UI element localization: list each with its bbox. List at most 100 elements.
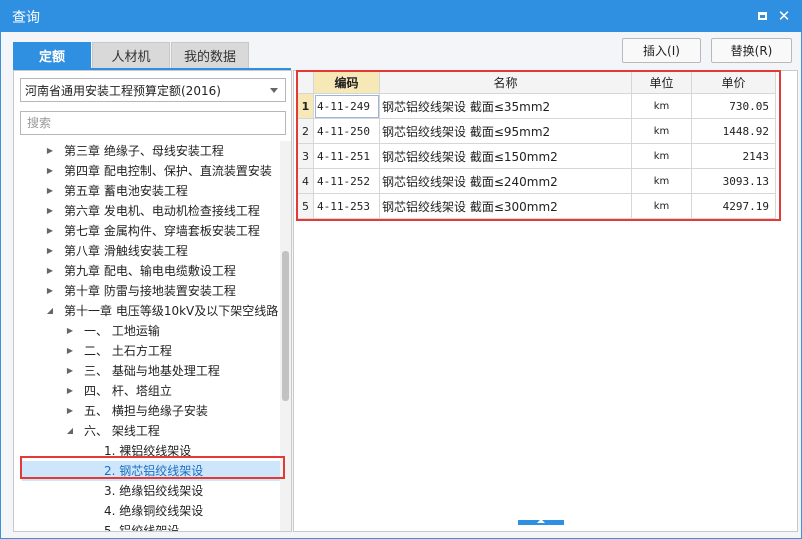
maximize-icon[interactable] xyxy=(754,8,770,24)
cell-price[interactable]: 2143 xyxy=(691,143,776,169)
tree-item-label: 第十章 防雷与接地装置安装工程 xyxy=(64,284,236,298)
replace-button[interactable]: 替换(R) xyxy=(711,38,792,63)
expand-arrow-icon[interactable]: ▶ xyxy=(65,341,75,361)
tree-item[interactable]: ▶ 三、 基础与地基处理工程 xyxy=(14,361,280,381)
insert-button[interactable]: 插入(I) xyxy=(622,38,701,63)
tree-item-label: 第八章 滑触线安装工程 xyxy=(64,244,188,258)
tree-item-label: 四、 杆、塔组立 xyxy=(84,384,172,398)
tree-item-label: 六、 架线工程 xyxy=(84,424,160,438)
column-header-code[interactable]: 编码 xyxy=(313,71,380,94)
expand-arrow-icon[interactable]: ▶ xyxy=(65,381,75,401)
cell-name[interactable]: 钢芯铝绞线架设 截面≤150mm2 xyxy=(379,143,632,169)
expand-arrow-icon[interactable]: ▶ xyxy=(45,221,55,241)
table-row[interactable]: 2 4-11-250 钢芯铝绞线架设 截面≤95mm2 km 1448.92 xyxy=(297,118,776,144)
cell-unit[interactable]: km xyxy=(631,93,692,119)
tree-item[interactable]: ▶ 第八章 滑触线安装工程 xyxy=(14,241,280,261)
window-title: 查询 xyxy=(12,10,40,26)
cell-code[interactable]: 4-11-250 xyxy=(313,118,380,144)
tree-item-label: 一、 工地运输 xyxy=(84,324,160,338)
expand-arrow-icon[interactable]: ▶ xyxy=(65,401,75,421)
cell-unit[interactable]: km xyxy=(631,143,692,169)
chapter-tree: ▶ 第三章 绝缘子、母线安装工程 ▶ 第四章 配电控制、保护、直流装置安装 ▶ 第五章… xyxy=(14,141,280,531)
tab-my-data[interactable]: 我的数据 xyxy=(171,42,249,68)
tree-item[interactable]: ◢ 六、 架线工程 xyxy=(14,421,280,441)
cell-name[interactable]: 钢芯铝绞线架设 截面≤95mm2 xyxy=(379,118,632,144)
tree-item-label: 2. 钢芯铝绞线架设 xyxy=(104,464,204,478)
cell-code[interactable]: 4-11-249 xyxy=(313,93,380,119)
table-row[interactable]: 4 4-11-252 钢芯铝绞线架设 截面≤240mm2 km 3093.13 xyxy=(297,168,776,194)
tree-item[interactable]: ▶ 第十章 防雷与接地装置安装工程 xyxy=(14,281,280,301)
cell-name[interactable]: 钢芯铝绞线架设 截面≤35mm2 xyxy=(379,93,632,119)
grid-header-row: 编码 名称 单位 单价 xyxy=(297,71,776,94)
tree-item[interactable]: ▶ 第三章 绝缘子、母线安装工程 xyxy=(14,141,280,161)
collapse-arrow-icon[interactable]: ◢ xyxy=(45,301,55,321)
table-row[interactable]: 1 4-11-249 钢芯铝绞线架设 截面≤35mm2 km 730.05 xyxy=(297,93,776,119)
tree-item-label: 第三章 绝缘子、母线安装工程 xyxy=(64,144,224,158)
expand-arrow-icon[interactable]: ▶ xyxy=(45,161,55,181)
tree-item-label: 第四章 配电控制、保护、直流装置安装 xyxy=(64,164,272,178)
tree-leaf[interactable]: 3. 绝缘铝绞线架设 xyxy=(14,481,280,501)
cell-code[interactable]: 4-11-253 xyxy=(313,193,380,219)
tree-item-label: 第六章 发电机、电动机检查接线工程 xyxy=(64,204,260,218)
tab-quota[interactable]: 定额 xyxy=(13,42,91,68)
expand-arrow-icon[interactable]: ▶ xyxy=(45,181,55,201)
tree-scrollbar[interactable] xyxy=(280,141,291,531)
table-row[interactable]: 3 4-11-251 钢芯铝绞线架设 截面≤150mm2 km 2143 xyxy=(297,143,776,169)
cell-price[interactable]: 1448.92 xyxy=(691,118,776,144)
expand-arrow-icon[interactable]: ▶ xyxy=(45,141,55,161)
tree-item[interactable]: ◢ 第十一章 电压等级10kV及以下架空线路 xyxy=(14,301,280,321)
cell-price[interactable]: 4297.19 xyxy=(691,193,776,219)
cell-price[interactable]: 3093.13 xyxy=(691,168,776,194)
tree-item-label: 第五章 蓄电池安装工程 xyxy=(64,184,188,198)
column-header-price[interactable]: 单价 xyxy=(691,71,776,94)
expand-arrow-icon[interactable]: ▶ xyxy=(65,361,75,381)
search-input[interactable] xyxy=(20,111,286,135)
cell-unit[interactable]: km xyxy=(631,168,692,194)
expand-arrow-icon[interactable]: ▶ xyxy=(45,201,55,221)
row-number: 2 xyxy=(297,118,314,144)
tree-item[interactable]: ▶ 二、 土石方工程 xyxy=(14,341,280,361)
tree-leaf[interactable]: 4. 绝缘铜绞线架设 xyxy=(14,501,280,521)
tree-leaf[interactable]: 5. 铝绞线架设 xyxy=(14,521,280,531)
tree-item[interactable]: ▶ 五、 横担与绝缘子安装 xyxy=(14,401,280,421)
cell-unit[interactable]: km xyxy=(631,118,692,144)
tree-item[interactable]: ▶ 第七章 金属构件、穿墙套板安装工程 xyxy=(14,221,280,241)
column-header-name[interactable]: 名称 xyxy=(379,71,632,94)
library-select[interactable]: 河南省通用安装工程预算定额(2016) xyxy=(20,78,286,102)
tree-item[interactable]: ▶ 第四章 配电控制、保护、直流装置安装 xyxy=(14,161,280,181)
scrollbar-thumb[interactable] xyxy=(282,251,289,401)
collapse-arrow-icon[interactable]: ◢ xyxy=(65,421,75,441)
table-row[interactable]: 5 4-11-253 钢芯铝绞线架设 截面≤300mm2 km 4297.19 xyxy=(297,193,776,219)
cell-name[interactable]: 钢芯铝绞线架设 截面≤240mm2 xyxy=(379,168,632,194)
tree-item-label: 1. 裸铝绞线架设 xyxy=(104,444,192,458)
tree-item-label: 五、 横担与绝缘子安装 xyxy=(84,404,208,418)
expand-arrow-icon[interactable]: ▶ xyxy=(45,261,55,281)
close-icon[interactable]: ✕ xyxy=(776,7,792,25)
tree-item-label: 第七章 金属构件、穿墙套板安装工程 xyxy=(64,224,260,238)
row-number: 4 xyxy=(297,168,314,194)
dialog-body: 定额 人材机 我的数据 插入(I) 替换(R) 河南省通用安装工程预算定额(20… xyxy=(0,32,802,539)
title-bar: 查询 ✕ xyxy=(0,0,802,32)
cell-unit[interactable]: km xyxy=(631,193,692,219)
tree-leaf[interactable]: 1. 裸铝绞线架设 xyxy=(14,441,280,461)
results-grid: 编码 名称 单位 单价 1 4-11-249 钢芯铝绞线架设 截面≤35mm2 … xyxy=(297,71,776,219)
expand-arrow-icon[interactable]: ▶ xyxy=(45,241,55,261)
tree-item[interactable]: ▶ 四、 杆、塔组立 xyxy=(14,381,280,401)
cell-code[interactable]: 4-11-251 xyxy=(313,143,380,169)
column-header-unit[interactable]: 单位 xyxy=(631,71,692,94)
row-number: 5 xyxy=(297,193,314,219)
tree-leaf-selected[interactable]: 2. 钢芯铝绞线架设 xyxy=(22,461,280,481)
quota-results-panel: 编码 名称 单位 单价 1 4-11-249 钢芯铝绞线架设 截面≤35mm2 … xyxy=(293,70,798,532)
expand-arrow-icon[interactable]: ▶ xyxy=(65,321,75,341)
cell-name[interactable]: 钢芯铝绞线架设 截面≤300mm2 xyxy=(379,193,632,219)
tree-item[interactable]: ▶ 第六章 发电机、电动机检查接线工程 xyxy=(14,201,280,221)
cell-price[interactable]: 730.05 xyxy=(691,93,776,119)
expand-arrow-icon[interactable]: ▶ xyxy=(45,281,55,301)
tab-labor-material-machine[interactable]: 人材机 xyxy=(92,42,170,68)
tree-item[interactable]: ▶ 第九章 配电、输电电缆敷设工程 xyxy=(14,261,280,281)
tree-item-label: 4. 绝缘铜绞线架设 xyxy=(104,504,204,518)
tree-item[interactable]: ▶ 一、 工地运输 xyxy=(14,321,280,341)
tree-item[interactable]: ▶ 第五章 蓄电池安装工程 xyxy=(14,181,280,201)
cell-code[interactable]: 4-11-252 xyxy=(313,168,380,194)
panel-splitter[interactable] xyxy=(518,519,564,525)
